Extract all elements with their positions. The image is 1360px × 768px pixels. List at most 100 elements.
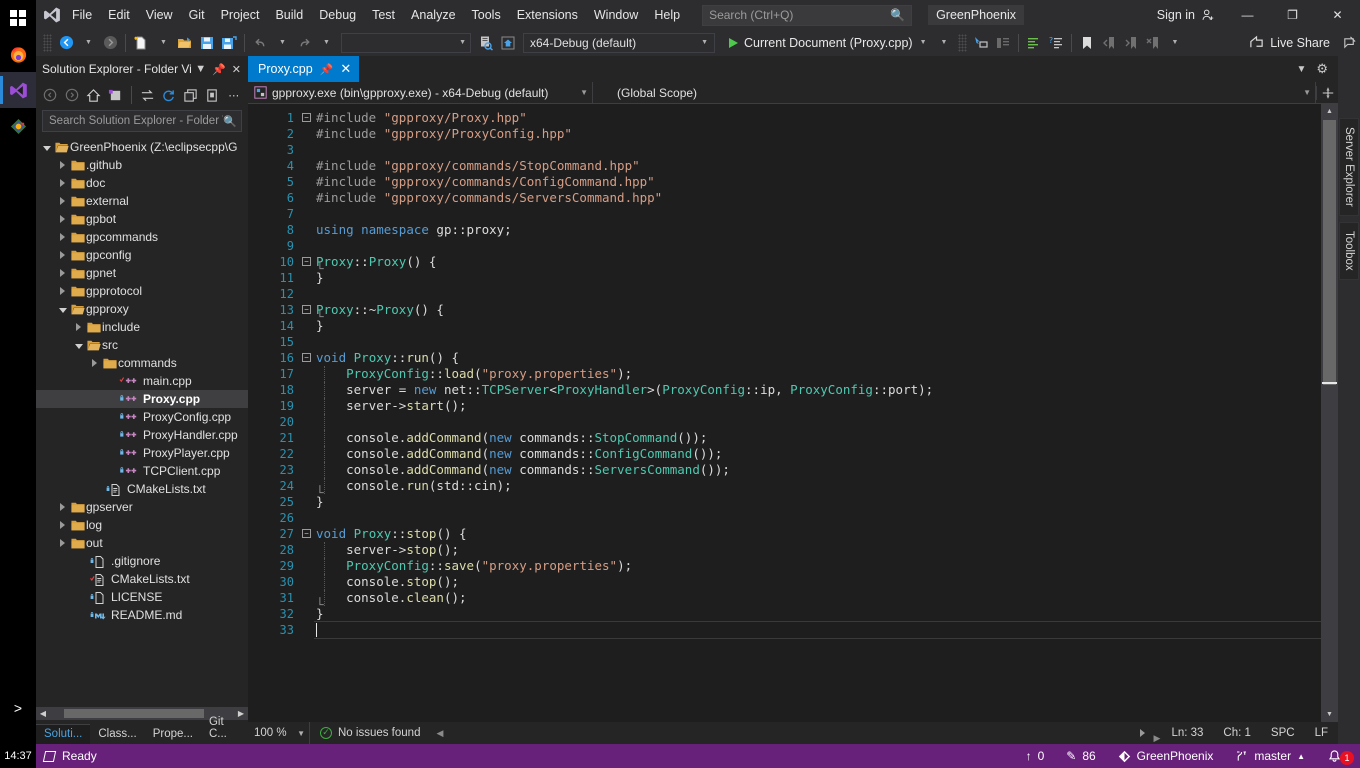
code-line[interactable]: server->stop(); [314, 542, 1321, 558]
chevron-right-icon[interactable] [56, 503, 69, 511]
chevron-down-icon[interactable] [72, 342, 85, 349]
code-line[interactable] [314, 621, 1321, 639]
outgoing-commits-indicator[interactable]: ↑ 0 [1015, 749, 1056, 763]
tree-item-cmakelists-txt[interactable]: CMakeLists.txt [36, 480, 248, 498]
menu-extensions[interactable]: Extensions [509, 0, 586, 30]
toolbar-grip-2[interactable] [957, 33, 967, 52]
menu-debug[interactable]: Debug [311, 0, 364, 30]
tree-item-gpcommands[interactable]: gpcommands [36, 228, 248, 246]
navigate-backward-dropdown[interactable]: ▼ [77, 31, 99, 55]
menu-help[interactable]: Help [646, 0, 688, 30]
code-line[interactable]: ProxyConfig::save("proxy.properties"); [314, 558, 1321, 574]
code-line[interactable]: #include "gpproxy/commands/ConfigCommand… [314, 174, 1321, 190]
undo-dropdown[interactable]: ▼ [271, 31, 293, 55]
toolbar-grip[interactable] [43, 33, 52, 52]
chevron-down-icon[interactable]: ▼ [297, 729, 305, 738]
menu-build[interactable]: Build [267, 0, 311, 30]
toolbar-overflow-button[interactable]: ▼ [1164, 31, 1186, 55]
new-file-dropdown[interactable]: ▼ [152, 31, 174, 55]
indentation-indicator[interactable]: SPC [1261, 727, 1305, 739]
tree-item--gitignore[interactable]: .gitignore [36, 552, 248, 570]
save-all-button[interactable] [218, 31, 240, 55]
chevron-up-icon[interactable]: ▲ [1297, 752, 1305, 761]
code-line[interactable]: ProxyConfig::load("proxy.properties"); [314, 366, 1321, 382]
new-file-button[interactable] [130, 31, 152, 55]
back-icon[interactable] [40, 84, 61, 106]
code-text[interactable]: #include "gpproxy/Proxy.hpp" #include "gp… [314, 104, 1321, 722]
minimize-button[interactable]: — [1225, 0, 1270, 30]
pin-icon[interactable]: 📌 [320, 63, 334, 76]
tree-item-doc[interactable]: doc [36, 174, 248, 192]
tree-item-external[interactable]: external [36, 192, 248, 210]
code-line[interactable]: server->start(); [314, 398, 1321, 414]
taskbar-firefox[interactable] [0, 36, 36, 72]
tree-item--github[interactable]: .github [36, 156, 248, 174]
notifications-indicator[interactable]: 1 [1316, 749, 1360, 765]
sidebar-tab-git-changes[interactable]: Git C... [201, 713, 248, 744]
chevron-right-icon[interactable] [72, 323, 85, 331]
sign-in-button[interactable]: Sign in [1147, 8, 1225, 22]
tree-item-proxyplayer-cpp[interactable]: ProxyPlayer.cpp [36, 444, 248, 462]
tab-list-chevron-down-icon[interactable]: ▼ [1292, 64, 1310, 75]
switch-views-icon[interactable] [105, 84, 126, 106]
code-editor[interactable]: 1 2 3 4 5 6 7 8 9 10 11 12 13 14 15 16 17 18 19 20 21 22 23 24 2… [248, 104, 1338, 722]
tree-item-license[interactable]: LICENSE [36, 588, 248, 606]
vertical-tab-toolbox[interactable]: Toolbox [1339, 221, 1359, 280]
previous-bookmark-button[interactable] [1098, 31, 1120, 55]
editor-vertical-scrollbar[interactable]: ▲ ▼ [1321, 104, 1338, 722]
code-line[interactable] [314, 142, 1321, 158]
issues-next-arrow[interactable]: ▶ [1140, 729, 1161, 743]
fold-collapse-icon[interactable]: − [300, 302, 314, 318]
clear-bookmarks-button[interactable] [1142, 31, 1164, 55]
taskbar-visual-studio[interactable] [0, 72, 36, 108]
code-line[interactable]: └} [314, 485, 1321, 510]
tree-item-greenphoenix-z-eclipsecpp-g[interactable]: GreenPhoenix (Z:\eclipsecpp\G [36, 138, 248, 156]
chevron-down-icon[interactable] [40, 144, 53, 151]
taskbar-overflow-chevron[interactable]: > [14, 700, 22, 716]
tree-item-include[interactable]: include [36, 318, 248, 336]
run-overflow-button[interactable]: ▼ [933, 31, 955, 55]
uncomment-selection-button[interactable]: ? [1045, 31, 1067, 55]
fold-collapse-icon[interactable]: − [300, 110, 314, 126]
global-search-input[interactable]: Search (Ctrl+Q) 🔍 [702, 4, 913, 26]
sidebar-tab-solution[interactable]: Soluti... [36, 724, 91, 744]
scroll-up-arrow[interactable]: ▲ [1321, 104, 1338, 119]
chevron-down-icon[interactable] [56, 306, 69, 313]
tree-item-gpserver[interactable]: gpserver [36, 498, 248, 516]
code-line[interactable]: console.clean(); [314, 590, 1321, 606]
toolbar-blank-combo[interactable]: ▼ [341, 32, 471, 53]
code-line[interactable] [314, 334, 1321, 350]
code-folding-gutter[interactable]: − − − − − [300, 104, 314, 722]
code-line[interactable]: #include "gpproxy/commands/StopCommand.h… [314, 158, 1321, 174]
menu-analyze[interactable]: Analyze [403, 0, 463, 30]
tree-item-log[interactable]: log [36, 516, 248, 534]
sidebar-tab-class-view[interactable]: Class... [90, 725, 144, 744]
next-bookmark-button[interactable] [1120, 31, 1142, 55]
fold-collapse-icon[interactable]: − [300, 526, 314, 542]
close-button[interactable]: ✕ [1315, 0, 1360, 30]
zoom-level-combo[interactable]: 100 % ▼ [248, 722, 310, 744]
redo-dropdown[interactable]: ▼ [315, 31, 337, 55]
open-file-button[interactable] [174, 31, 196, 55]
split-editor-button[interactable] [1316, 85, 1338, 100]
tree-item-proxy-cpp[interactable]: Proxy.cpp [36, 390, 248, 408]
menu-project[interactable]: Project [213, 0, 268, 30]
code-line[interactable]: console.addCommand(new commands::ConfigC… [314, 446, 1321, 462]
navigate-forward-button[interactable] [99, 31, 121, 55]
tree-item-tcpclient-cpp[interactable]: TCPClient.cpp [36, 462, 248, 480]
undo-button[interactable] [249, 31, 271, 55]
home-button[interactable] [497, 31, 519, 55]
project-scope-combo[interactable]: gpproxy.exe (bin\gpproxy.exe) - x64-Debu… [248, 81, 593, 104]
chevron-right-icon[interactable] [56, 539, 69, 547]
tree-item-gpprotocol[interactable]: gpprotocol [36, 282, 248, 300]
code-line[interactable]: using namespace gp::proxy; [314, 222, 1321, 238]
code-line[interactable]: void Proxy::run() { [314, 350, 1321, 366]
tree-item-main-cpp[interactable]: main.cpp [36, 372, 248, 390]
find-in-files-button[interactable] [475, 31, 497, 55]
chevron-right-icon[interactable] [56, 269, 69, 277]
save-button[interactable] [196, 31, 218, 55]
chevron-right-icon[interactable] [56, 521, 69, 529]
home-icon[interactable] [83, 84, 104, 106]
tree-item-proxyconfig-cpp[interactable]: ProxyConfig.cpp [36, 408, 248, 426]
pending-changes-indicator[interactable]: ✎ 86 [1055, 749, 1106, 763]
